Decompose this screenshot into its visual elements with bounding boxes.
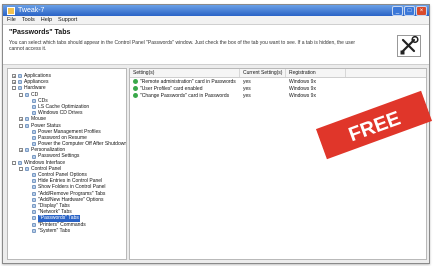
tree-item[interactable]: "System" Tabs — [12, 227, 126, 234]
navigation-tree-panel[interactable]: + Applications + Appliances - Hardware - CD CDs L… — [7, 68, 127, 260]
setting-label: "Change Passwords" card in Passwords — [140, 92, 230, 99]
tree-toggle-icon[interactable]: - — [12, 86, 16, 91]
current-setting-cell: yes — [243, 85, 251, 92]
enabled-check-icon[interactable] — [133, 78, 138, 84]
close-button[interactable]: × — [416, 6, 427, 16]
tree-node-icon — [32, 129, 36, 134]
tree-node-icon — [32, 105, 36, 110]
tree-toggle-icon[interactable]: - — [19, 92, 23, 97]
tree-node-icon — [18, 160, 22, 165]
tree-node-icon — [32, 222, 36, 227]
tree-toggle-icon[interactable]: - — [19, 123, 23, 128]
tree-node-icon — [32, 154, 36, 159]
menu-help[interactable]: Help — [41, 16, 52, 24]
tree-node-icon — [32, 191, 36, 196]
tree-node-icon — [32, 185, 36, 190]
tree-node-icon — [32, 197, 36, 202]
tree-node-icon — [25, 117, 29, 122]
navigation-tree[interactable]: + Applications + Appliances - Hardware - CD CDs L… — [12, 73, 126, 234]
settings-list-panel[interactable]: Setting(s) Current Setting(s) Registrati… — [129, 68, 427, 260]
tree-node-icon — [25, 123, 29, 128]
registration-cell: Windows 9x — [289, 92, 316, 99]
page-header: "Passwords" Tabs You can select which ta… — [3, 25, 429, 65]
tree-node-icon — [32, 210, 36, 215]
tree-node-icon — [25, 92, 29, 97]
table-row[interactable]: "User Profiles" card enabled yes Windows 9… — [130, 85, 426, 92]
tree-node-icon — [32, 179, 36, 184]
tree-node-icon — [32, 142, 36, 147]
tree-toggle-icon[interactable]: - — [19, 166, 23, 171]
setting-cell: "Remote administration" card in Password… — [130, 79, 240, 85]
current-setting-cell: yes — [243, 92, 251, 99]
tree-node-icon — [18, 80, 22, 85]
tree-node-icon — [25, 166, 29, 171]
window-controls: _ □ × — [392, 6, 427, 16]
app-icon — [7, 6, 15, 15]
tree-node-icon — [32, 228, 36, 233]
tree-node-icon — [32, 173, 36, 178]
tree-node-icon — [25, 148, 29, 153]
column-header-setting[interactable]: Setting(s) — [130, 69, 240, 77]
menu-tools[interactable]: Tools — [22, 16, 35, 24]
column-header-current[interactable]: Current Setting(s) — [240, 69, 286, 77]
tree-node-icon — [32, 111, 36, 116]
setting-cell: "Change Passwords" card in Passwords — [130, 93, 240, 99]
tree-toggle-icon[interactable]: + — [19, 117, 23, 122]
settings-rows: "Remote administration" card in Password… — [130, 78, 426, 99]
page-description: You can select which tabs should appear … — [9, 40, 356, 52]
setting-cell: "User Profiles" card enabled — [130, 86, 240, 92]
window-title: Tweak-7 — [18, 7, 45, 14]
page-title: "Passwords" Tabs — [9, 29, 71, 36]
enabled-check-icon[interactable] — [133, 85, 138, 91]
current-setting-cell: yes — [243, 78, 251, 85]
tree-toggle-icon[interactable]: + — [12, 74, 16, 79]
menu-support[interactable]: Support — [58, 16, 77, 24]
tree-node-icon — [18, 74, 22, 79]
tree-toggle-icon[interactable]: + — [12, 80, 16, 85]
enabled-check-icon[interactable] — [133, 92, 138, 98]
tree-node-icon — [32, 135, 36, 140]
tree-node-icon — [32, 204, 36, 209]
maximize-button[interactable]: □ — [404, 6, 415, 16]
title-bar: Tweak-7 _ □ × — [3, 5, 429, 16]
registration-cell: Windows 9x — [289, 85, 316, 92]
tree-toggle-icon[interactable]: + — [19, 148, 23, 153]
tools-icon — [397, 35, 421, 57]
menu-bar: File Tools Help Support — [3, 16, 429, 25]
column-header-registration[interactable]: Registration — [286, 69, 346, 77]
tree-node-icon — [18, 86, 22, 91]
table-header: Setting(s) Current Setting(s) Registrati… — [130, 69, 426, 78]
setting-label: "User Profiles" card enabled — [140, 85, 203, 92]
registration-cell: Windows 9x — [289, 78, 316, 85]
tree-toggle-icon[interactable]: - — [12, 160, 16, 165]
tree-item-label: "System" Tabs — [38, 227, 71, 234]
setting-label: "Remote administration" card in Password… — [140, 78, 236, 85]
tree-node-icon — [32, 216, 36, 221]
table-row[interactable]: "Remote administration" card in Password… — [130, 78, 426, 85]
menu-file[interactable]: File — [7, 16, 16, 24]
minimize-button[interactable]: _ — [392, 6, 403, 16]
tree-node-icon — [32, 98, 36, 103]
